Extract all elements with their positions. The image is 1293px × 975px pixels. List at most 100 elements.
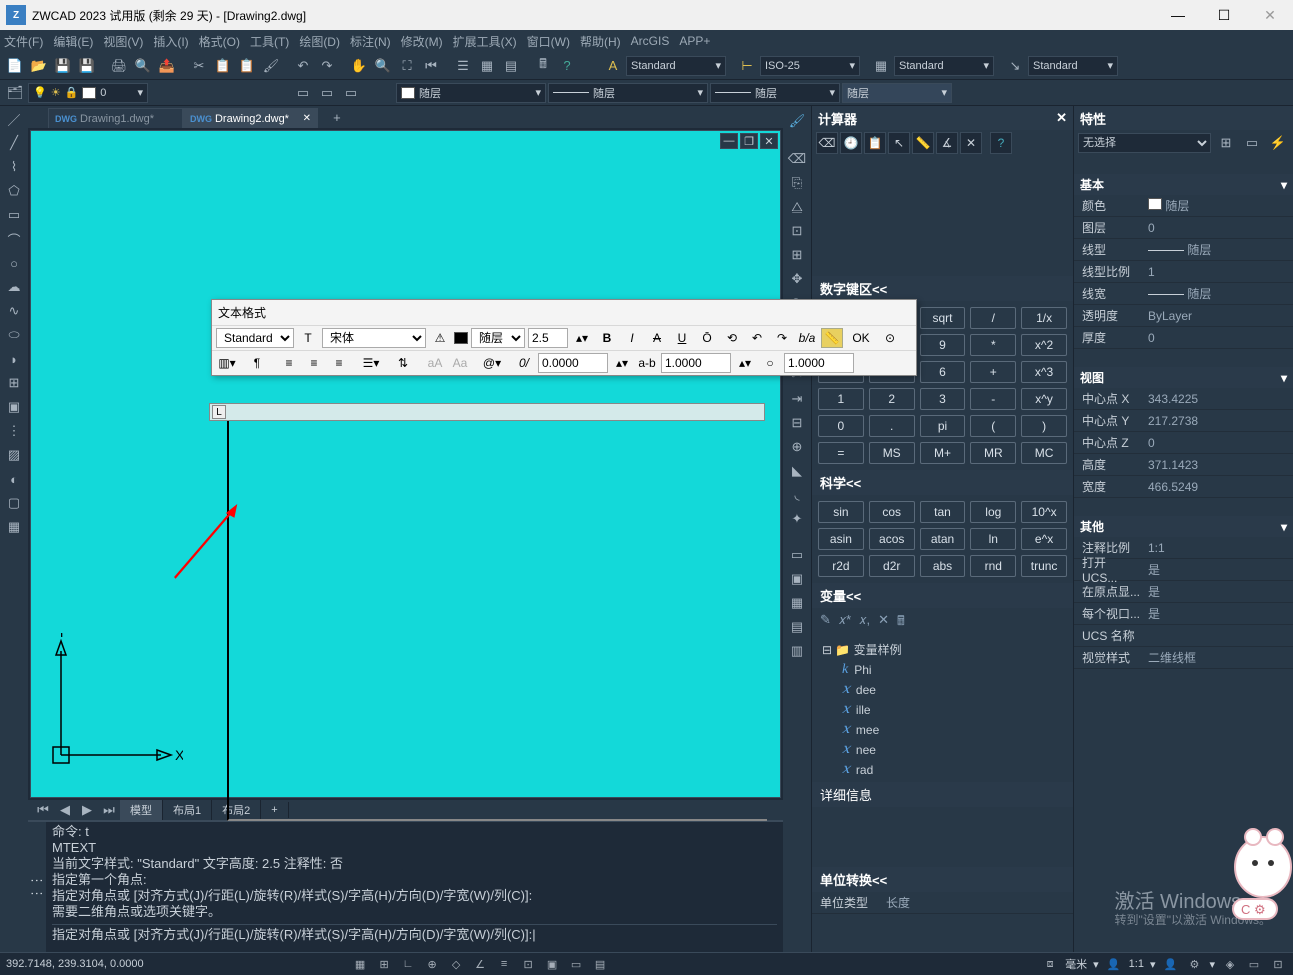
cycle-toggle-icon[interactable]: ▣ [543,955,561,973]
spline-icon[interactable]: ∿ [3,300,25,322]
layer-mgr-icon[interactable]: 🗂 [4,82,26,104]
lowercase-icon[interactable]: Aa [449,353,471,373]
var-item[interactable]: 𝑥 dee [818,680,1067,700]
annotative-icon[interactable]: ⚠ [429,328,451,348]
ws-icon[interactable]: ⚙ [1185,955,1203,973]
group-view[interactable]: 视图 [1080,369,1104,386]
ruler-tab[interactable]: L [212,405,226,419]
dyn-toggle-icon[interactable]: ⊡ [519,955,537,973]
polygon-icon[interactable]: ⬠ [3,180,25,202]
mirror-icon[interactable]: ⧋ [786,196,808,218]
cmd-grip[interactable]: ⋮⋮ [28,822,46,952]
oblique-icon[interactable]: 0/ [513,353,535,373]
iso-icon[interactable]: ◈ [1221,955,1239,973]
linespace-icon[interactable]: ⇅ [392,353,414,373]
prop-row[interactable]: 在原点显...是 [1074,581,1293,603]
tab-close-icon[interactable]: ✕ [303,113,311,124]
preview-icon[interactable]: 🔍 [132,55,154,77]
insert-icon[interactable]: ⊞ [3,372,25,394]
text-style-combo[interactable]: Standard [216,328,294,348]
list-icon[interactable]: ☰▾ [360,353,382,373]
group-basic[interactable]: 基本 [1080,176,1104,193]
key-M+[interactable]: M+ [920,442,966,464]
key-abs[interactable]: abs [920,555,966,577]
key-6[interactable]: 6 [920,361,966,383]
circle-icon[interactable]: ○ [3,252,25,274]
menu-app[interactable]: APP+ [679,34,710,48]
menu-draw[interactable]: 绘图(D) [299,33,340,50]
tab-prev-icon[interactable]: ◀ [54,799,76,821]
linetype-select[interactable]: 随层▾ [548,83,708,103]
var-item[interactable]: 𝑥 nee [818,740,1067,760]
erase-icon[interactable]: ⌫ [786,148,808,170]
tab-next-icon[interactable]: ▶ [76,799,98,821]
layer-select[interactable]: 💡 ☀ 🔒 0 ▾ [28,83,148,103]
rect-icon[interactable]: ▭ [3,204,25,226]
spin1[interactable]: ▴▾ [611,353,633,373]
calc-clear-icon[interactable]: ⌫ [816,132,838,154]
ellipsearc-icon[interactable]: ◗ [3,348,25,370]
zoom-icon[interactable]: 🔍 [372,55,394,77]
saveas-icon[interactable]: 💾 [76,55,98,77]
overline-icon[interactable]: Ō [696,328,718,348]
move-icon[interactable]: ✥ [786,268,808,290]
tracking-icon[interactable]: a-b [636,353,658,373]
text-style-select[interactable]: Standard▾ [626,56,726,76]
copy-icon[interactable]: 📋 [212,55,234,77]
region-icon[interactable]: ▢ [3,492,25,514]
brush-icon[interactable]: 🖌 [786,110,808,132]
key-2[interactable]: 2 [869,388,915,410]
mdi-max-icon[interactable]: ❐ [740,133,758,149]
ok-button[interactable]: OK [846,328,876,348]
grid-toggle-icon[interactable]: ▦ [351,955,369,973]
size-spin[interactable]: ▴▾ [571,328,593,348]
prop-row[interactable]: 厚度0 [1074,327,1293,349]
clearfmt-icon[interactable]: ⟲ [721,328,743,348]
key-MS[interactable]: MS [869,442,915,464]
align-left-icon[interactable]: ≡ [278,353,300,373]
bold-icon[interactable]: B [596,328,618,348]
key-+[interactable]: + [970,361,1016,383]
var-newfn-icon[interactable]: 𝑥* [839,612,851,634]
sci-header[interactable]: 科学<< [812,470,1073,495]
spin2[interactable]: ▴▾ [734,353,756,373]
seltool5-icon[interactable]: ▥ [786,640,808,662]
prop-row[interactable]: 中心点 Z0 [1074,432,1293,454]
key-sin[interactable]: sin [818,501,864,523]
copy2-icon[interactable]: ⎘ [786,172,808,194]
menu-modify[interactable]: 修改(M) [401,33,443,50]
drawing-canvas[interactable]: — ❐ ✕ 文本格式 Standard T 宋体 ⚠ 随层 ▴▾ B I [30,130,781,798]
file-tab-1[interactable]: DWG Drawing1.dwg* [48,108,183,128]
print-icon[interactable]: 🖨 [108,55,130,77]
maximize-button[interactable]: ☐ [1201,0,1247,30]
key-3[interactable]: 3 [920,388,966,410]
calc-close-icon[interactable]: ✕ [1056,110,1067,125]
prop-row[interactable]: 中心点 X343.4225 [1074,388,1293,410]
calc-var-icon[interactable]: ✕ [960,132,982,154]
props-icon[interactable]: ☰ [452,55,474,77]
pan-icon[interactable]: ✋ [348,55,370,77]
key-9[interactable]: 9 [920,334,966,356]
prop-row[interactable]: 打开 UCS...是 [1074,559,1293,581]
key-d2r[interactable]: d2r [869,555,915,577]
props-pick-icon[interactable]: ⊞ [1215,132,1237,154]
mtext-box[interactable] [227,421,767,821]
seltool4-icon[interactable]: ▤ [786,616,808,638]
key-log[interactable]: log [970,501,1016,523]
menu-window[interactable]: 窗口(W) [527,33,570,50]
key-e^x[interactable]: e^x [1021,528,1067,550]
key-=[interactable]: = [818,442,864,464]
ortho-toggle-icon[interactable]: ∟ [399,955,417,973]
hw-icon[interactable]: ⊡ [1269,955,1287,973]
mleader-style-icon[interactable]: ↘ [1004,55,1026,77]
prop-row[interactable]: 高度371.1423 [1074,454,1293,476]
seltool2-icon[interactable]: ▣ [786,568,808,590]
underline-icon[interactable]: U [671,328,693,348]
var-calc-icon[interactable]: 🖩 [897,612,905,634]
mleader-style-select[interactable]: Standard▾ [1028,56,1118,76]
unit-icon[interactable]: ⧈ [1041,955,1059,973]
layer-iso-icon[interactable]: ▭ [292,82,314,104]
var-item[interactable]: 𝑥 mee [818,720,1067,740]
join-icon[interactable]: ⊕ [786,436,808,458]
align-center-icon[interactable]: ≡ [303,353,325,373]
